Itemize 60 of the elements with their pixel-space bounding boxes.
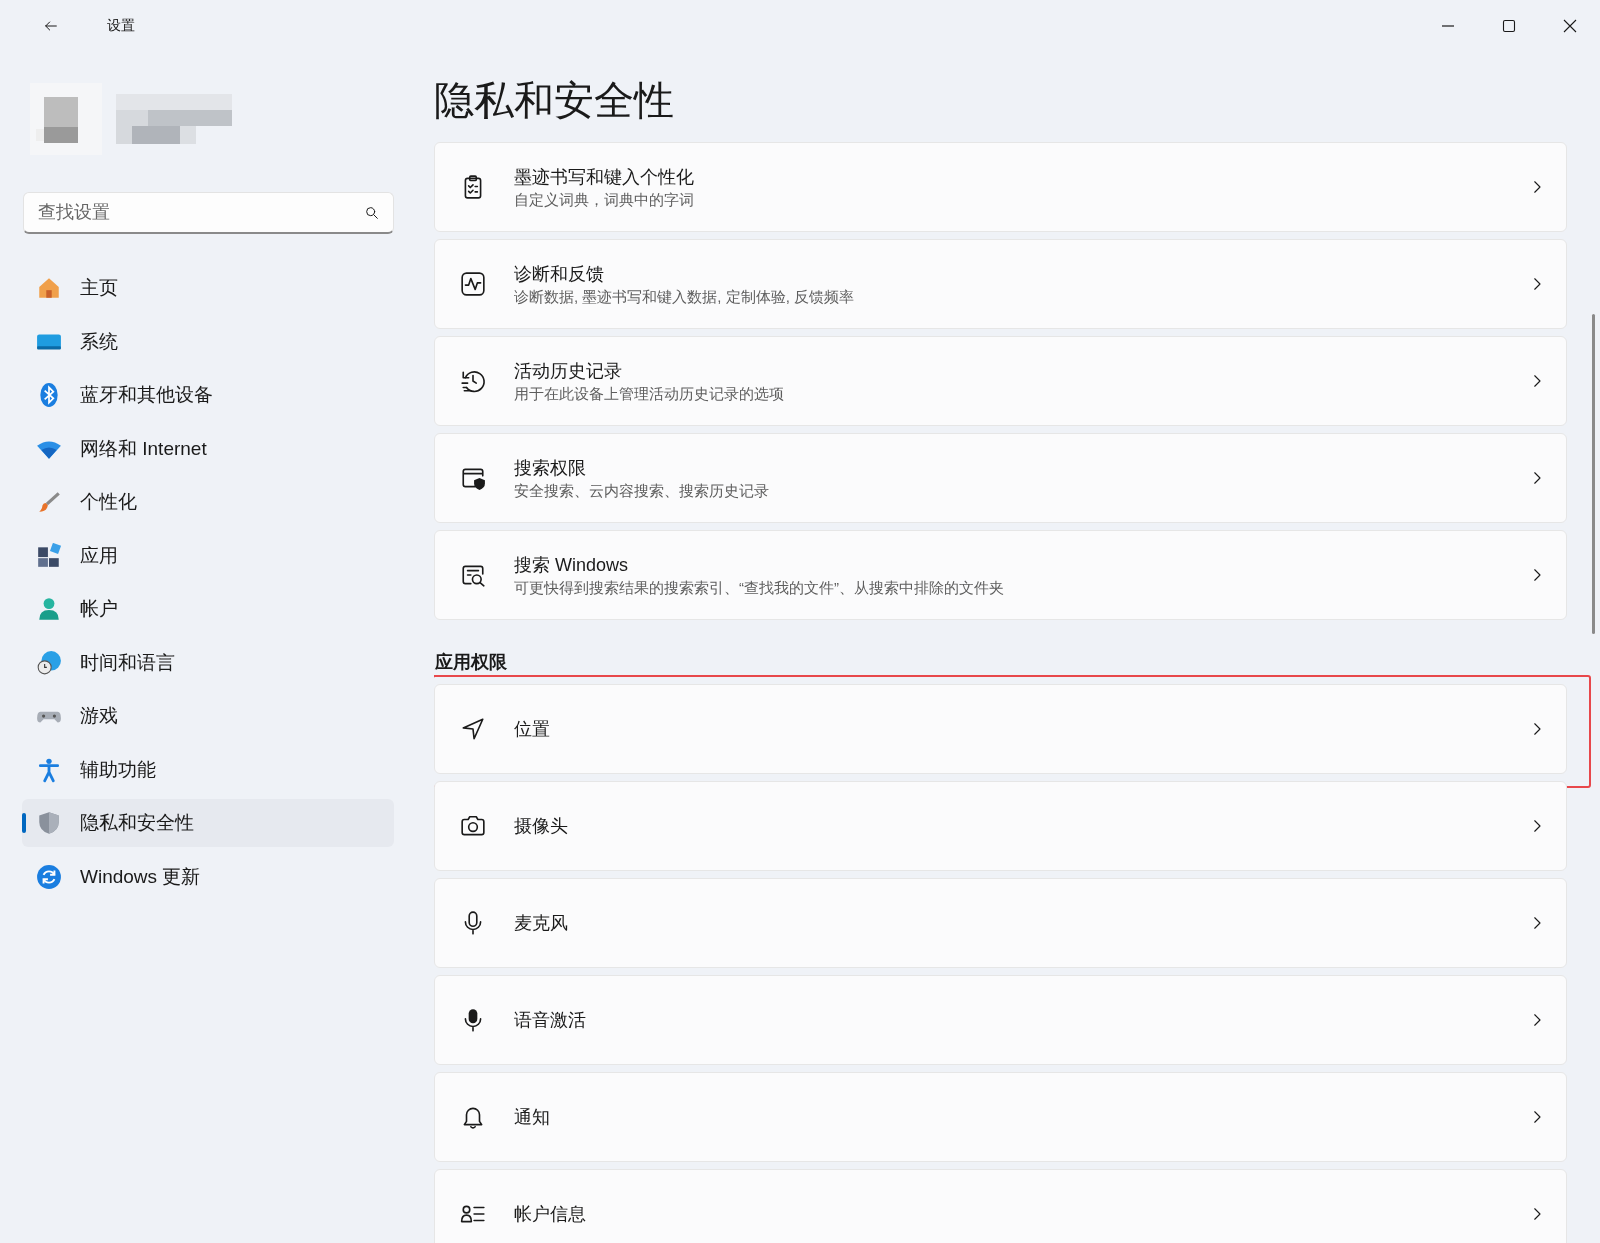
sidebar-item[interactable]: 系统	[22, 317, 394, 366]
setting-card[interactable]: 语音激活	[434, 975, 1567, 1065]
section-heading: 应用权限	[435, 651, 508, 672]
scrollbar[interactable]	[1592, 314, 1595, 634]
refresh-icon	[36, 863, 62, 890]
search-field[interactable]: 查找设置	[23, 192, 394, 234]
sidebar-item[interactable]: 辅助功能	[22, 745, 394, 794]
sidebar-item[interactable]: 个性化	[22, 478, 394, 526]
history-icon	[460, 368, 486, 394]
search-icon	[364, 205, 380, 221]
location-arrow-icon	[460, 716, 486, 742]
setting-title: 通知	[514, 1106, 551, 1129]
setting-description: 诊断数据, 墨迹书写和键入数据, 定制体验, 反馈频率	[514, 287, 855, 307]
person-icon	[36, 596, 62, 622]
sidebar-item[interactable]: 网络和 Internet	[22, 424, 394, 473]
window-title: 设置	[107, 17, 135, 35]
setting-card[interactable]: 帐户信息	[434, 1169, 1567, 1243]
setting-title: 搜索权限	[514, 456, 587, 480]
setting-title: 摄像头	[514, 815, 569, 838]
setting-description: 安全搜索、云内容搜索、搜索历史记录	[514, 481, 770, 501]
setting-title: 搜索 Windows	[514, 553, 630, 577]
brush-icon	[36, 489, 62, 515]
setting-card[interactable]: 摄像头	[434, 781, 1567, 871]
setting-title: 墨迹书写和键入个性化	[514, 165, 695, 189]
setting-card[interactable]: 搜索 Windows 可更快得到搜索结果的搜索索引、“查找我的文件”、从搜索中排除的文件夹	[434, 530, 1567, 620]
sidebar-item[interactable]: Windows 更新	[22, 852, 394, 901]
setting-description: 用于在此设备上管理活动历史记录的选项	[514, 384, 785, 404]
minimize-icon	[1441, 25, 1454, 27]
sidebar-item[interactable]: 应用	[22, 531, 394, 580]
setting-description: 可更快得到搜索结果的搜索索引、“查找我的文件”、从搜索中排除的文件夹	[514, 578, 1005, 598]
setting-description: 自定义词典，词典中的字词	[514, 190, 695, 210]
setting-title: 麦克风	[514, 912, 569, 935]
page-title: 隐私和安全性	[434, 78, 675, 122]
sidebar-item[interactable]: 隐私和安全性	[22, 799, 394, 847]
setting-card[interactable]: 搜索权限 安全搜索、云内容搜索、搜索历史记录	[434, 433, 1567, 523]
setting-title: 帐户信息	[514, 1203, 587, 1226]
setting-card[interactable]: 通知	[434, 1072, 1567, 1162]
sidebar-item[interactable]: 帐户	[22, 585, 394, 633]
setting-title: 活动历史记录	[514, 359, 623, 383]
setting-title: 位置	[514, 718, 551, 741]
setting-card[interactable]: 墨迹书写和键入个性化 自定义词典，词典中的字词	[434, 142, 1567, 232]
sidebar-item[interactable]: 主页	[22, 264, 394, 312]
shield-icon	[36, 810, 62, 836]
apps-icon	[36, 542, 62, 569]
setting-card[interactable]: 位置	[434, 684, 1567, 774]
setting-card[interactable]: 活动历史记录 用于在此设备上管理活动历史记录的选项	[434, 336, 1567, 426]
sidebar-item[interactable]: 游戏	[22, 692, 394, 740]
close-icon	[1561, 18, 1578, 34]
sidebar-item[interactable]: 时间和语言	[22, 638, 394, 687]
globe-clock-icon	[36, 649, 62, 676]
setting-title: 语音激活	[514, 1009, 587, 1032]
setting-card[interactable]: 麦克风	[434, 878, 1567, 968]
setting-card[interactable]: 诊断和反馈 诊断数据, 墨迹书写和键入数据, 定制体验, 反馈频率	[434, 239, 1567, 329]
selection-indicator	[22, 813, 26, 833]
accessibility-icon	[36, 756, 62, 783]
maximize-icon	[1500, 18, 1517, 34]
setting-title: 诊断和反馈	[514, 262, 605, 286]
sidebar-item[interactable]: 蓝牙和其他设备	[22, 371, 394, 419]
pulse-icon	[460, 271, 486, 297]
back-arrow-icon	[42, 18, 59, 34]
